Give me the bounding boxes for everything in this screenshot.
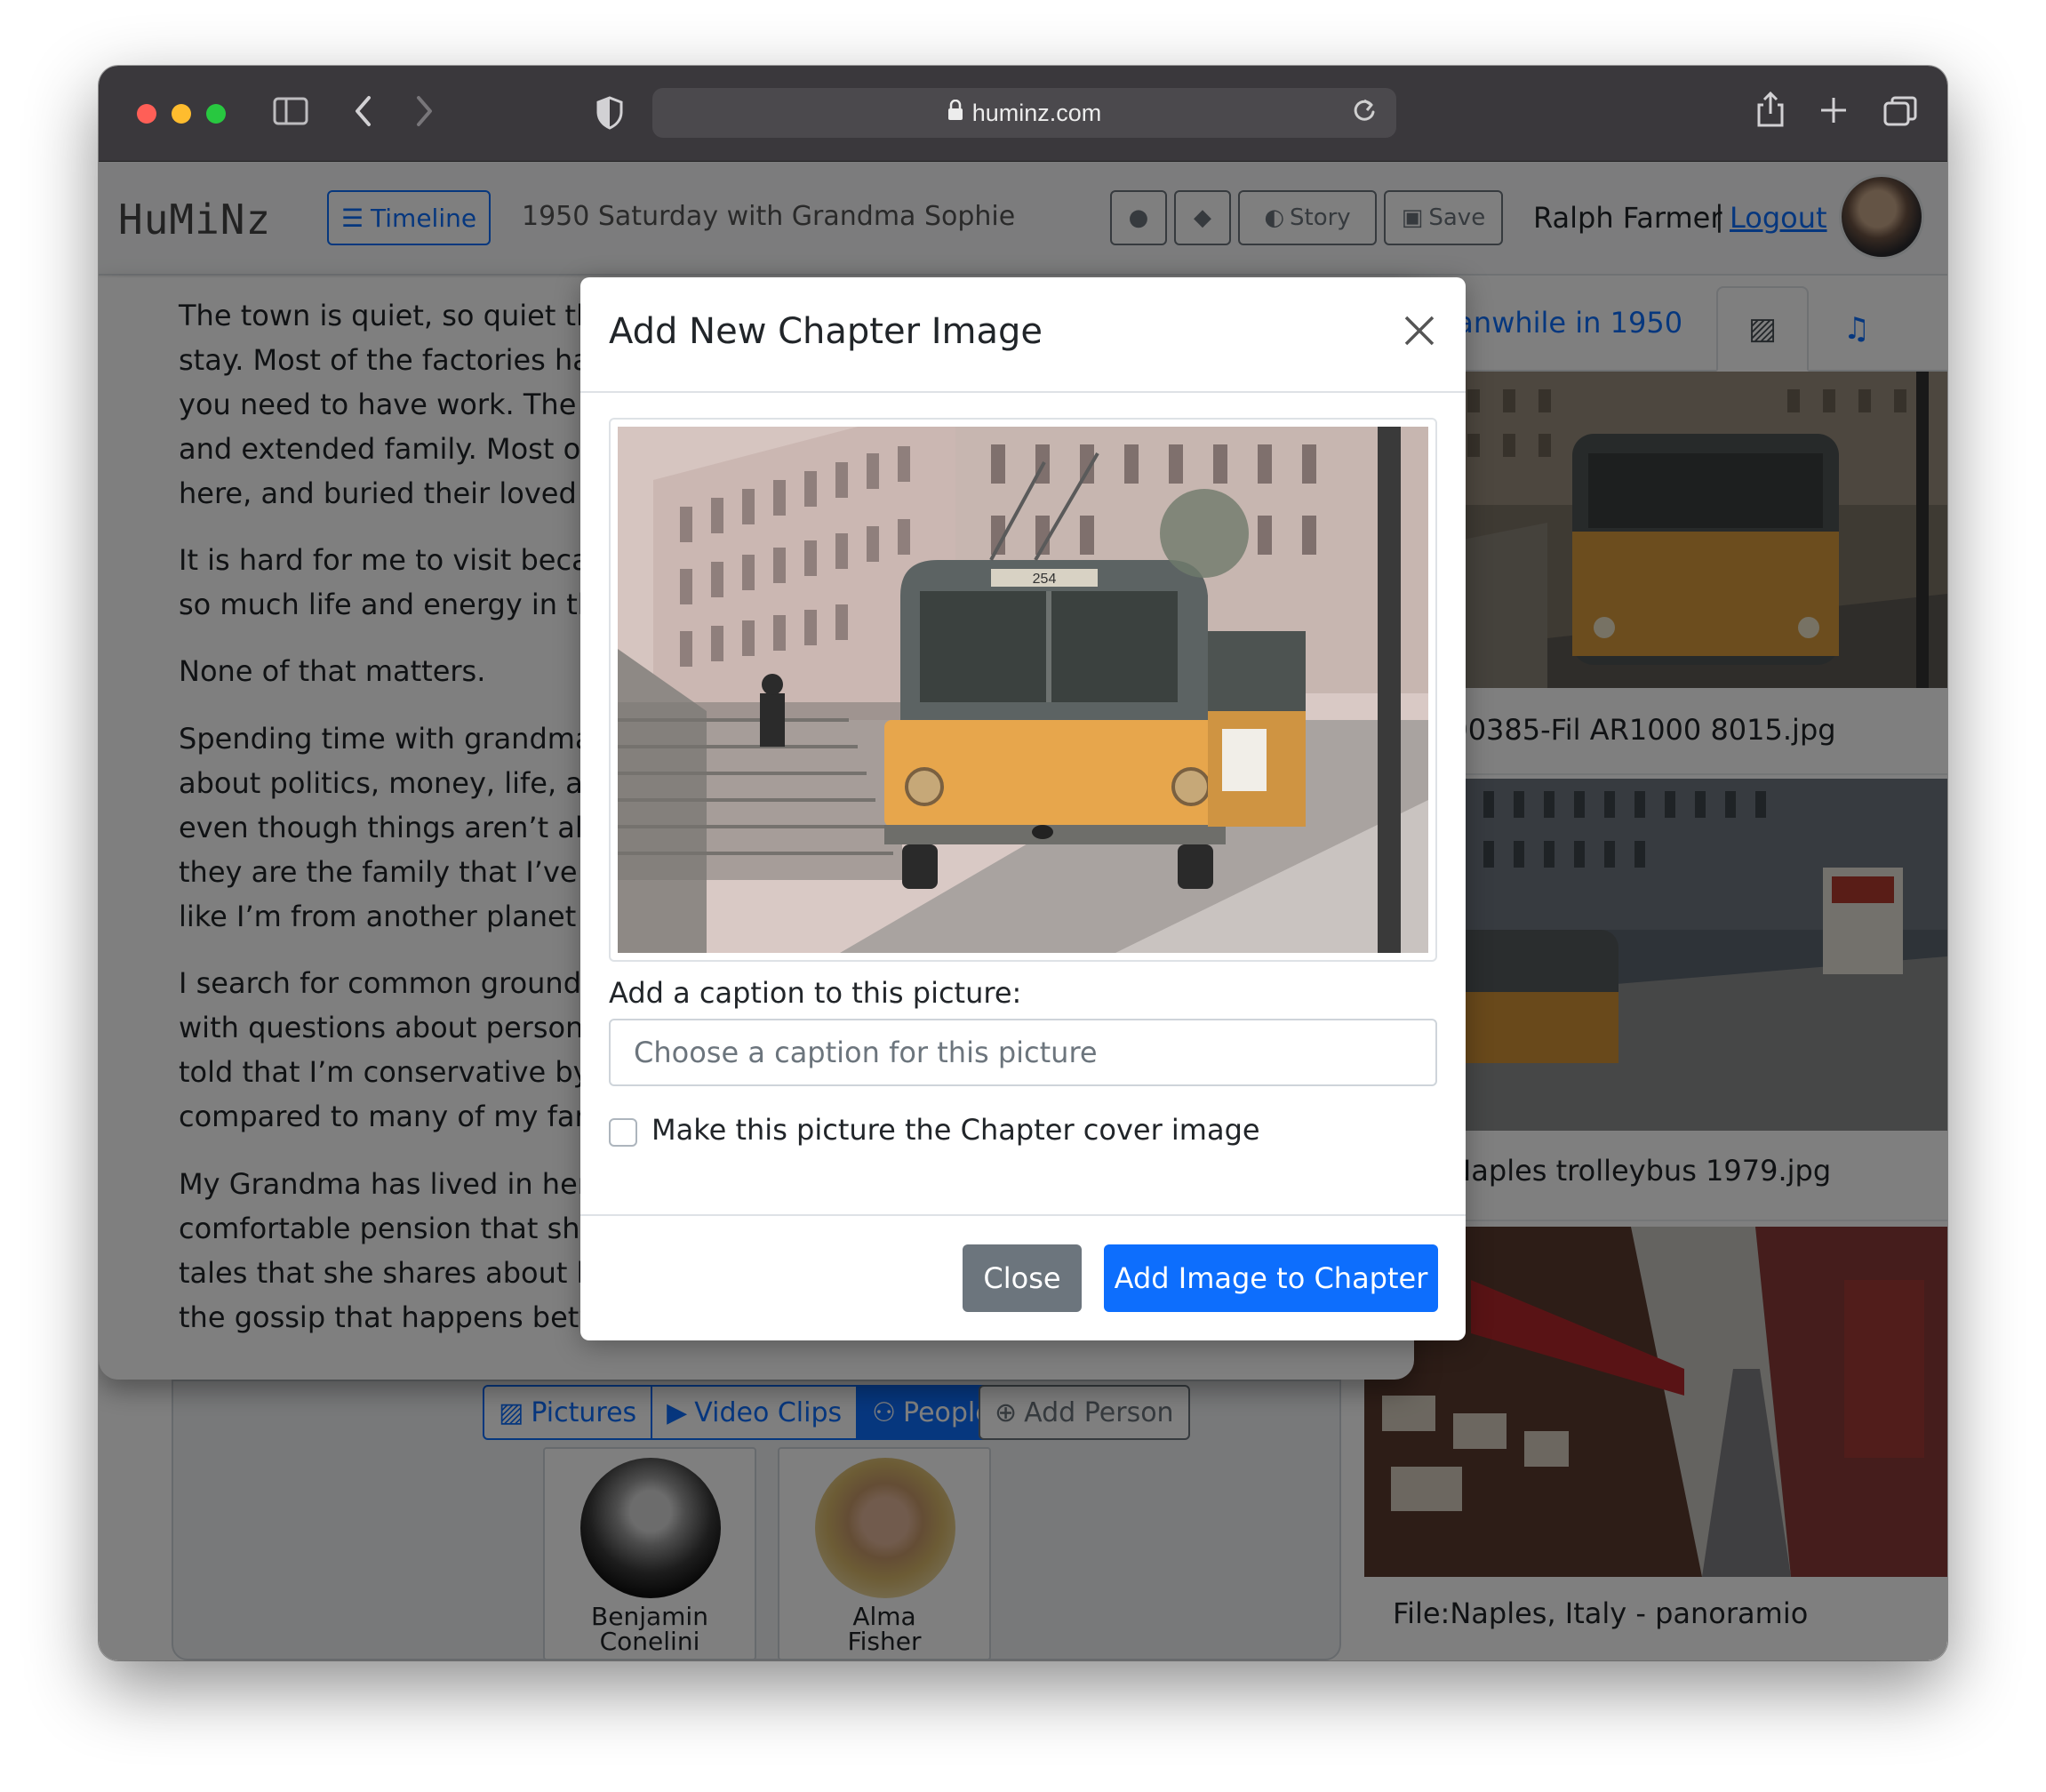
modal-header: Add New Chapter Image — [580, 277, 1466, 393]
image-preview: 254 — [609, 418, 1437, 962]
reload-icon[interactable] — [1352, 97, 1377, 131]
url-text: huminz.com — [971, 99, 1102, 126]
add-image-to-chapter-button[interactable]: Add Image to Chapter — [1104, 1244, 1438, 1312]
close-button[interactable]: Close — [963, 1244, 1082, 1312]
share-icon[interactable] — [1755, 91, 1786, 133]
close-window-button[interactable] — [137, 104, 156, 124]
forward-icon[interactable] — [413, 94, 435, 133]
caption-label: Add a caption to this picture: — [609, 976, 1022, 1010]
sidebar-icon[interactable] — [273, 96, 308, 132]
minimize-window-button[interactable] — [172, 104, 191, 124]
add-chapter-image-modal: Add New Chapter Image 254 Add a caption … — [580, 277, 1466, 1340]
browser-window: huminz.com HuMiNz ☰ Timeline 1950 Saturd… — [99, 66, 1947, 1660]
caption-input[interactable] — [609, 1019, 1437, 1086]
browser-titlebar: huminz.com — [99, 66, 1947, 162]
shield-icon[interactable] — [596, 96, 623, 135]
tabs-overview-icon[interactable] — [1883, 96, 1917, 132]
cover-image-label[interactable]: Make this picture the Chapter cover imag… — [651, 1113, 1260, 1147]
cover-image-checkbox[interactable] — [609, 1118, 637, 1147]
lock-icon — [947, 99, 963, 126]
zoom-window-button[interactable] — [206, 104, 226, 124]
bus-route-sign: 254 — [1033, 572, 1057, 587]
modal-footer: Close Add Image to Chapter — [580, 1214, 1466, 1340]
app-content: HuMiNz ☰ Timeline 1950 Saturday with Gra… — [99, 162, 1947, 1660]
new-tab-icon[interactable] — [1819, 96, 1848, 130]
back-icon[interactable] — [353, 94, 374, 133]
close-icon[interactable] — [1400, 313, 1439, 352]
modal-title: Add New Chapter Image — [609, 311, 1043, 352]
address-bar[interactable]: huminz.com — [652, 88, 1396, 138]
trolleybus-photo: 254 — [618, 427, 1428, 953]
